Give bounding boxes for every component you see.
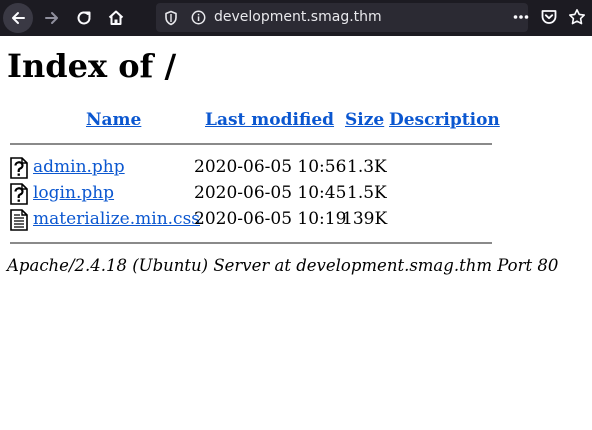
unknown-file-icon: [10, 157, 28, 179]
file-link-admin-php[interactable]: admin.php: [33, 157, 125, 177]
home-button[interactable]: [101, 3, 131, 33]
file-link-materialize-min-css[interactable]: materialize.min.css: [33, 209, 200, 229]
page-title: Index of /: [7, 47, 177, 85]
table-divider-bottom: [10, 242, 492, 244]
browser-toolbar: development.smag.thm: [0, 0, 592, 36]
more-options-icon[interactable]: [512, 8, 530, 26]
arrow-right-icon: [45, 12, 58, 24]
pocket-icon[interactable]: [540, 8, 558, 26]
text-file-icon: [10, 209, 28, 231]
forward-button[interactable]: [37, 3, 67, 33]
url-bar[interactable]: development.smag.thm: [156, 3, 528, 32]
site-info-icon[interactable]: [191, 10, 206, 25]
table-divider-top: [10, 143, 492, 145]
table-row: login.php 2020-06-05 10:45 1.5K: [0, 183, 592, 207]
back-button[interactable]: [3, 3, 33, 33]
url-text[interactable]: development.smag.thm: [214, 9, 382, 25]
file-size: 1.3K: [347, 157, 387, 177]
column-header-size[interactable]: Size: [345, 110, 384, 130]
file-modified: 2020-06-05 10:56: [194, 157, 347, 177]
file-size: 139K: [342, 209, 388, 229]
file-modified: 2020-06-05 10:45: [194, 183, 347, 203]
home-icon: [108, 10, 124, 25]
bookmark-star-icon[interactable]: [568, 8, 586, 26]
table-row: materialize.min.css 2020-06-05 10:19 139…: [0, 209, 592, 233]
server-signature: Apache/2.4.18 (Ubuntu) Server at develop…: [7, 256, 559, 275]
unknown-file-icon: [10, 183, 28, 205]
table-row: admin.php 2020-06-05 10:56 1.3K: [0, 157, 592, 181]
reload-button[interactable]: [69, 3, 99, 33]
reload-icon: [77, 11, 91, 25]
arrow-left-icon: [12, 12, 25, 24]
file-link-login-php[interactable]: login.php: [33, 183, 114, 203]
file-modified: 2020-06-05 10:19: [194, 209, 347, 229]
column-header-name[interactable]: Name: [86, 110, 141, 130]
column-header-description[interactable]: Description: [389, 110, 500, 130]
column-header-last-modified[interactable]: Last modified: [205, 110, 334, 130]
tracking-shield-icon[interactable]: [164, 10, 178, 26]
file-size: 1.5K: [347, 183, 387, 203]
